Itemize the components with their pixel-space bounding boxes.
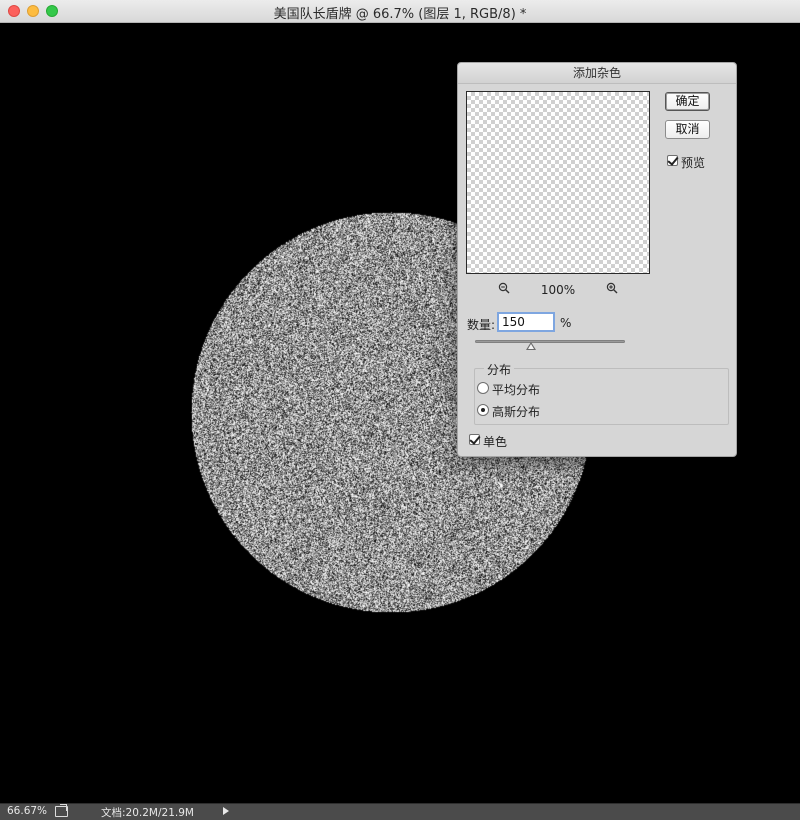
uniform-radio[interactable] xyxy=(477,382,489,394)
monochrome-label: 单色 xyxy=(483,435,508,449)
amount-slider-thumb[interactable] xyxy=(526,342,537,350)
amount-label: 数量: xyxy=(467,318,496,332)
add-noise-dialog: 添加杂色 100% 确定 取消 预览 数量: % 分布 平均分布 高斯分布 单色 xyxy=(457,62,737,457)
zoom-in-icon[interactable] xyxy=(606,282,618,294)
status-menu-arrow-icon[interactable] xyxy=(223,807,229,815)
zoom-level[interactable]: 66.67% xyxy=(7,805,47,817)
zoom-out-icon[interactable] xyxy=(498,282,510,294)
preview-zoom-level: 100% xyxy=(540,283,576,297)
checkmark-icon xyxy=(667,154,679,166)
checkmark-icon xyxy=(469,433,481,445)
distribution-title: 分布 xyxy=(484,361,515,378)
preview-label: 预览 xyxy=(681,156,706,170)
amount-unit: % xyxy=(560,316,572,330)
status-bar: 66.67% 文档:20.2M/21.9M xyxy=(0,803,800,820)
window-title: 美国队长盾牌 @ 66.7% (图层 1, RGB/8) * xyxy=(273,7,527,22)
document-size-info: 文档:20.2M/21.9M xyxy=(101,807,194,819)
cancel-button[interactable]: 取消 xyxy=(665,120,710,139)
preview-checkbox[interactable] xyxy=(667,154,679,166)
gaussian-label: 高斯分布 xyxy=(492,405,541,419)
window-titlebar: 美国队长盾牌 @ 66.7% (图层 1, RGB/8) * xyxy=(0,0,800,23)
monochrome-checkbox[interactable] xyxy=(469,433,481,445)
export-icon[interactable] xyxy=(55,806,68,817)
gaussian-radio[interactable] xyxy=(477,404,489,416)
ok-button[interactable]: 确定 xyxy=(665,92,710,111)
preview-area[interactable] xyxy=(466,91,650,274)
amount-slider-track[interactable] xyxy=(475,340,625,343)
uniform-label: 平均分布 xyxy=(492,383,541,397)
amount-input[interactable] xyxy=(497,312,555,332)
dialog-title: 添加杂色 xyxy=(458,63,736,84)
